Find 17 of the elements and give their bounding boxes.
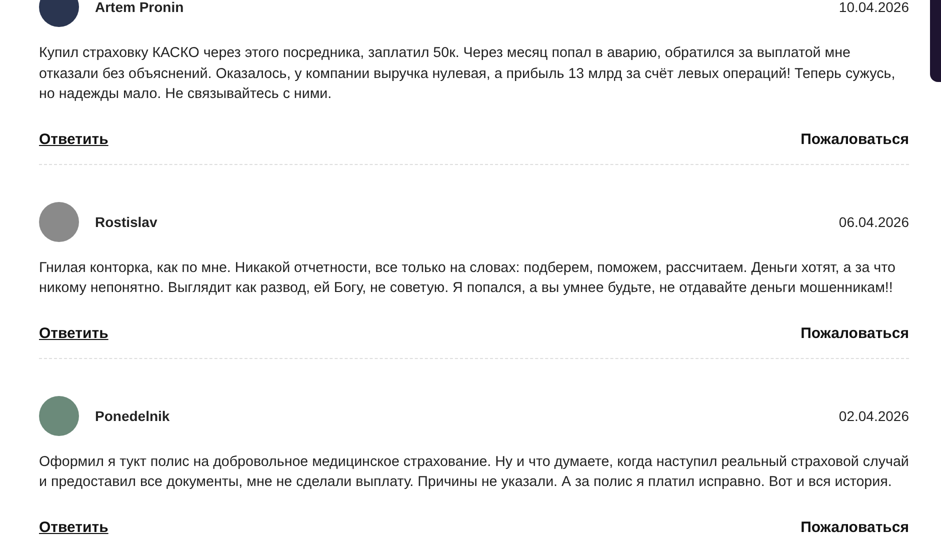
author-name: Rostislav	[95, 214, 158, 230]
avatar	[39, 396, 79, 436]
report-link[interactable]: Пожаловаться	[800, 518, 909, 536]
reply-link[interactable]: Ответить	[39, 130, 108, 148]
author-name: Ponedelnik	[95, 408, 171, 424]
author-name: Artem Pronin	[95, 0, 185, 15]
comment-date: 10.04.2026	[838, 0, 909, 15]
comment-date: 06.04.2026	[838, 214, 909, 230]
comment-text: Гнилая конторка, как по мне. Никакой отчетности, все только на словах: подберем, поможем, рассчитаем. Деньги хотят, а за что никому непонятно. Выглядит как развод, ей Богу, не советую. Я попался, а вы умнее будьте, не отдавайте деньги мошенникам!!	[39, 258, 896, 298]
report-link[interactable]: Пожаловаться	[800, 130, 909, 148]
comment-text: Купил страховку КАСКО через этого посредника, заплатил 50к. Через месяц попал в аварию, обратился за выплатой мне отказали без объяснений. Оказалось, у компании выручка нулевая, а прибыль 13 млрд за счёт левых операций! Теперь сужусь, но надежды мало. Не связывайтесь с ними.	[39, 44, 896, 104]
report-link[interactable]: Пожаловаться	[800, 324, 909, 342]
comment-date: 02.04.2026	[838, 408, 909, 424]
avatar	[39, 202, 79, 242]
reply-link[interactable]: Ответить	[39, 518, 108, 536]
comment-text: Оформил я тукт полис на добровольное медицинское страхование. Ну и что думаете, когда наступил реальный страховой случай и предоставил все документы, мне не сделали выплату. Причины не указали. А за полис я платил исправно. Вот и вся история.	[39, 452, 909, 492]
reply-link[interactable]: Ответить	[39, 324, 108, 342]
